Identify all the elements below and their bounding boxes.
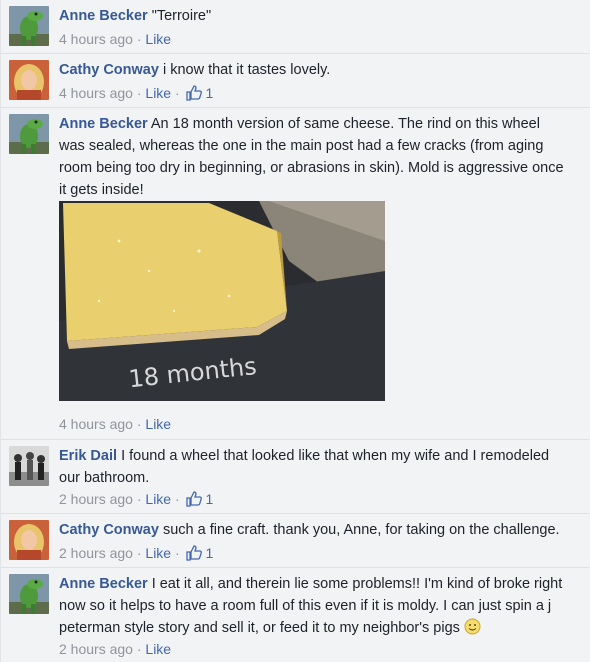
- cheese-wedge-photo-icon[interactable]: 18 months: [59, 201, 385, 401]
- like-button[interactable]: Like: [145, 416, 171, 432]
- dinosaur-avatar-icon[interactable]: [9, 574, 49, 614]
- author-link[interactable]: Anne Becker: [59, 116, 148, 132]
- divider: [1, 567, 589, 568]
- dinosaur-avatar-icon[interactable]: [9, 6, 49, 46]
- divider: [1, 513, 589, 514]
- comment-body: Anne Becker I eat it all, and therein li…: [59, 573, 567, 642]
- timestamp[interactable]: 2 hours ago: [59, 545, 133, 561]
- author-link[interactable]: Cathy Conway: [59, 62, 159, 78]
- separator: ·: [132, 85, 146, 101]
- comment-body: Cathy Conway such a fine craft. thank yo…: [59, 519, 567, 541]
- comment-meta: 4 hours ago · Like: [59, 415, 171, 433]
- like-button[interactable]: Like: [145, 31, 171, 47]
- separator: ·: [171, 491, 184, 507]
- comment-meta: 2 hours ago · Like: [59, 640, 171, 658]
- comment-text: I found a wheel that looked like that wh…: [59, 448, 550, 486]
- comment-meta: 4 hours ago · Like · 1: [59, 84, 213, 105]
- separator: ·: [132, 545, 146, 561]
- timestamp[interactable]: 4 hours ago: [59, 31, 133, 47]
- separator: ·: [171, 545, 184, 561]
- blonde-woman-avatar-icon[interactable]: [9, 60, 49, 100]
- thumbs-up-icon[interactable]: [185, 491, 202, 511]
- like-count[interactable]: 1: [205, 491, 213, 507]
- divider: [1, 107, 589, 108]
- comment-thread: Anne Becker "Terroire" 4 hours ago · Lik…: [0, 0, 590, 662]
- author-link[interactable]: Anne Becker: [59, 8, 148, 24]
- separator: ·: [171, 85, 184, 101]
- comment-text: such a fine craft. thank you, Anne, for …: [162, 522, 560, 538]
- comment-meta: 2 hours ago · Like · 1: [59, 544, 213, 565]
- separator: ·: [132, 641, 146, 657]
- author-link[interactable]: Erik Dail: [59, 448, 117, 464]
- separator: ·: [132, 491, 146, 507]
- comment-body: Cathy Conway i know that it tastes lovel…: [59, 59, 567, 81]
- blonde-woman-avatar-icon[interactable]: [9, 520, 49, 560]
- author-link[interactable]: Cathy Conway: [59, 522, 159, 538]
- comment-meta: 4 hours ago · Like: [59, 30, 171, 48]
- comment-text: "Terroire": [151, 8, 212, 24]
- divider: [1, 439, 589, 440]
- timestamp[interactable]: 2 hours ago: [59, 491, 133, 507]
- dinosaur-avatar-icon[interactable]: [9, 114, 49, 154]
- comment-meta: 2 hours ago · Like · 1: [59, 490, 213, 511]
- thumbs-up-icon[interactable]: [185, 545, 202, 565]
- thumbs-up-icon[interactable]: [185, 85, 202, 105]
- comment-body: Anne Becker An 18 month version of same …: [59, 113, 567, 201]
- smiley-emoji-icon: [464, 618, 481, 642]
- like-button[interactable]: Like: [145, 545, 171, 561]
- timestamp[interactable]: 4 hours ago: [59, 85, 133, 101]
- timestamp[interactable]: 4 hours ago: [59, 416, 133, 432]
- divider: [1, 53, 589, 54]
- like-button[interactable]: Like: [145, 641, 171, 657]
- separator: ·: [132, 31, 146, 47]
- comment-body: Erik Dail I found a wheel that looked li…: [59, 445, 567, 489]
- comment-text: i know that it tastes lovely.: [162, 62, 331, 78]
- author-link[interactable]: Anne Becker: [59, 576, 148, 592]
- like-button[interactable]: Like: [145, 491, 171, 507]
- timestamp[interactable]: 2 hours ago: [59, 641, 133, 657]
- like-count[interactable]: 1: [205, 545, 213, 561]
- group-photo-avatar-icon[interactable]: [9, 446, 49, 486]
- comment-body: Anne Becker "Terroire": [59, 5, 567, 27]
- like-button[interactable]: Like: [145, 85, 171, 101]
- separator: ·: [132, 416, 146, 432]
- like-count[interactable]: 1: [205, 85, 213, 101]
